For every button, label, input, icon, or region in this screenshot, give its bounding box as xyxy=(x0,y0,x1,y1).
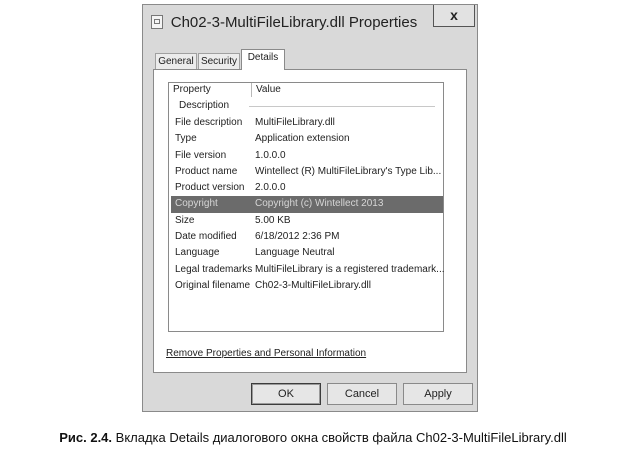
list-item-selected[interactable]: Copyright Copyright (c) Wintellect 2013 xyxy=(171,196,443,213)
column-header-value[interactable]: Value xyxy=(251,83,443,97)
list-item[interactable]: Type Application extension xyxy=(171,131,443,147)
tab-security[interactable]: Security xyxy=(198,53,240,69)
property-rows: File description MultiFileLibrary.dll Ty… xyxy=(171,115,445,294)
list-item[interactable]: File version 1.0.0.0 xyxy=(171,148,443,164)
list-item[interactable]: Language Language Neutral xyxy=(171,245,443,261)
property-value: Copyright (c) Wintellect 2013 xyxy=(255,198,384,210)
figure-label: Рис. 2.4. xyxy=(59,430,113,445)
property-name: File description xyxy=(175,117,243,128)
apply-button[interactable]: Apply xyxy=(403,383,473,405)
property-name: Size xyxy=(175,214,195,226)
property-value: Ch02-3-MultiFileLibrary.dll xyxy=(255,279,371,291)
figure-caption: Рис. 2.4. Вкладка Details диалогового ок… xyxy=(0,430,626,445)
tab-details[interactable]: Details xyxy=(241,49,285,70)
group-divider xyxy=(249,106,435,107)
properties-dialog: Ch02-3-MultiFileLibrary.dll Properties x… xyxy=(142,4,478,412)
ok-button[interactable]: OK xyxy=(251,383,321,405)
property-name: Product version xyxy=(175,182,245,194)
property-value: Application extension xyxy=(255,133,350,145)
property-name: File version xyxy=(175,149,227,161)
figure-caption-text: Вкладка Details диалогового окна свойств… xyxy=(112,430,567,445)
property-name: Product name xyxy=(175,165,238,177)
window-title: Ch02-3-MultiFileLibrary.dll Properties xyxy=(170,14,418,31)
column-header-property[interactable]: Property xyxy=(169,83,251,97)
property-name: Original filename xyxy=(175,279,251,291)
list-item[interactable]: Original filename Ch02-3-MultiFileLibrar… xyxy=(171,278,443,294)
property-name: Copyright xyxy=(175,198,218,210)
property-value: 2.0.0.0 xyxy=(255,182,286,194)
property-value: MultiFileLibrary is a registered tradema… xyxy=(255,263,445,275)
list-header: Property Value xyxy=(169,83,443,97)
tab-general[interactable]: General xyxy=(155,53,197,69)
details-list[interactable]: Property Value Description File descript… xyxy=(168,82,445,332)
property-value: Wintellect (R) MultiFileLibrary's Type L… xyxy=(255,165,442,177)
property-value: MultiFileLibrary.dll xyxy=(255,117,335,128)
property-value: Language Neutral xyxy=(255,247,335,259)
remove-properties-link[interactable]: Remove Properties and Personal Informati… xyxy=(166,348,366,359)
list-item[interactable]: Product version 2.0.0.0 xyxy=(171,180,443,196)
property-name: Language xyxy=(175,247,220,259)
group-header-description: Description xyxy=(179,100,230,111)
list-item[interactable]: Size 5.00 KB xyxy=(171,213,443,229)
file-icon xyxy=(151,15,163,29)
close-button[interactable]: x xyxy=(433,5,475,27)
property-value: 1.0.0.0 xyxy=(255,149,286,161)
cancel-button[interactable]: Cancel xyxy=(327,383,397,405)
details-panel: Property Value Description File descript… xyxy=(153,69,467,373)
property-value: 6/18/2012 2:36 PM xyxy=(255,231,340,243)
title-bar[interactable]: Ch02-3-MultiFileLibrary.dll Properties x xyxy=(143,5,477,39)
list-item[interactable]: Legal trademarks MultiFileLibrary is a r… xyxy=(171,262,445,278)
list-item[interactable]: File description MultiFileLibrary.dll xyxy=(171,115,443,131)
property-value: 5.00 KB xyxy=(255,214,291,226)
property-name: Type xyxy=(175,133,197,145)
list-item[interactable]: Date modified 6/18/2012 2:36 PM xyxy=(171,229,443,245)
property-name: Legal trademarks xyxy=(175,263,253,275)
list-item[interactable]: Product name Wintellect (R) MultiFileLib… xyxy=(171,164,443,180)
property-name: Date modified xyxy=(175,231,237,243)
